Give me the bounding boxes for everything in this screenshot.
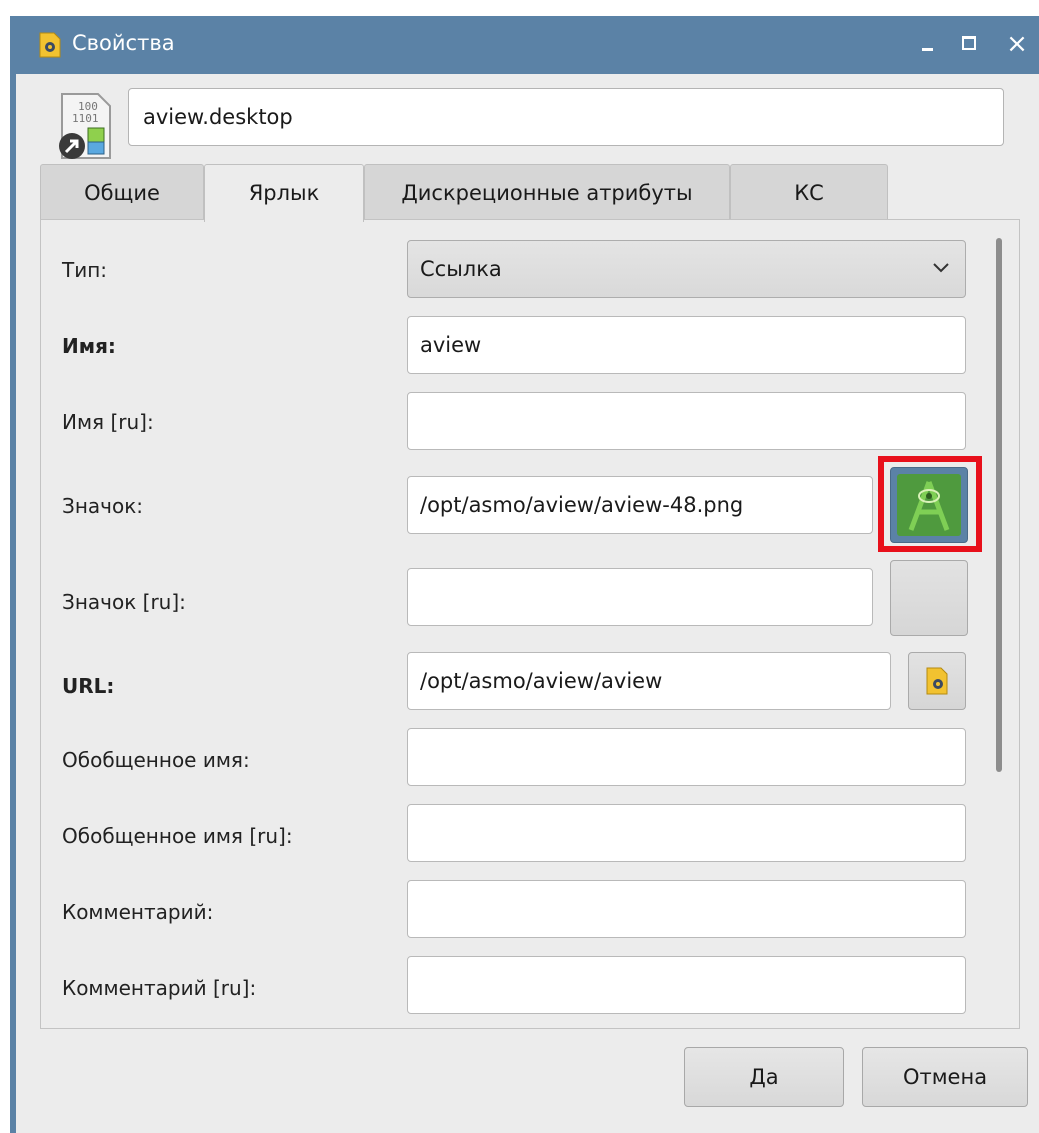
svg-text:1101: 1101 <box>72 112 99 125</box>
chevron-down-icon <box>933 263 949 273</box>
ok-button[interactable]: Да <box>684 1047 844 1107</box>
generic-name-label: Обобщенное имя: <box>62 748 250 772</box>
icon-highlight-frame <box>878 456 982 552</box>
name-ru-field[interactable] <box>407 392 966 450</box>
url-browse-button[interactable] <box>908 652 966 710</box>
filename-field[interactable]: aview.desktop <box>128 88 1004 146</box>
window-title: Свойства <box>72 31 175 55</box>
type-select-value: Ссылка <box>420 257 502 281</box>
generic-name-ru-field[interactable] <box>407 804 966 862</box>
comment-label: Комментарий: <box>62 900 214 924</box>
cancel-button[interactable]: Отмена <box>862 1047 1028 1107</box>
name-label: Имя: <box>62 334 116 358</box>
type-select[interactable]: Ссылка <box>407 240 966 298</box>
name-field[interactable]: aview <box>407 316 966 374</box>
name-ru-label: Имя [ru]: <box>62 410 154 434</box>
panel-scrollbar[interactable] <box>996 238 1002 772</box>
desktop-shortcut-file-icon: 100 1101 <box>59 93 111 159</box>
settings-file-icon <box>39 32 61 58</box>
tab-general[interactable]: Общие <box>40 164 204 220</box>
minimize-button[interactable] <box>913 28 943 60</box>
icon-ru-path-field[interactable] <box>407 568 873 626</box>
icon-path-field[interactable]: /opt/asmo/aview/aview-48.png <box>407 476 873 534</box>
close-button[interactable]: × <box>1002 28 1032 60</box>
settings-file-icon <box>926 667 948 695</box>
icon-label: Значок: <box>62 494 144 518</box>
generic-name-field[interactable] <box>407 728 966 786</box>
url-field[interactable]: /opt/asmo/aview/aview <box>407 652 891 710</box>
url-label: URL: <box>62 674 115 698</box>
icon-ru-preview-button[interactable] <box>890 560 968 636</box>
comment-ru-field[interactable] <box>407 956 966 1014</box>
tab-ks[interactable]: КС <box>730 164 888 220</box>
maximize-button[interactable] <box>956 28 986 60</box>
tab-shortcut[interactable]: Ярлык <box>204 164 364 222</box>
type-label: Тип: <box>62 258 108 282</box>
properties-window: Свойства × 100 1101 aview.desktop Общие … <box>10 16 1039 1133</box>
icon-ru-label: Значок [ru]: <box>62 590 186 614</box>
tab-discretionary-attributes[interactable]: Дискреционные атрибуты <box>364 164 730 220</box>
generic-name-ru-label: Обобщенное имя [ru]: <box>62 824 293 848</box>
comment-ru-label: Комментарий [ru]: <box>62 976 257 1000</box>
comment-field[interactable] <box>407 880 966 938</box>
title-bar[interactable]: Свойства × <box>10 16 1039 74</box>
